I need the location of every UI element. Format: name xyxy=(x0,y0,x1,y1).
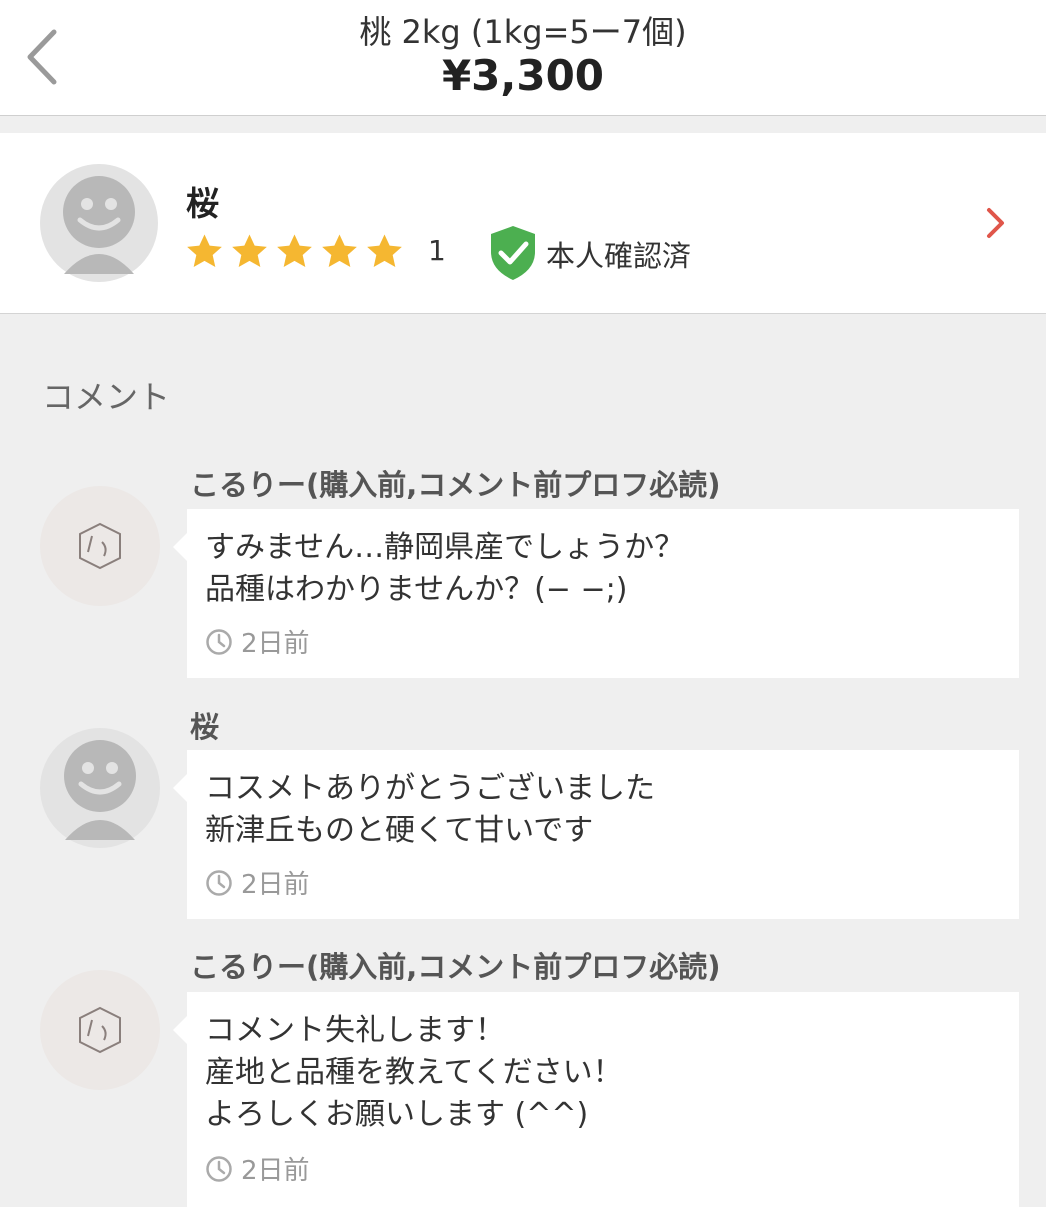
comment-author[interactable]: こるりー(購入前,コメント前プロフ必読) xyxy=(190,462,721,504)
section-divider xyxy=(0,116,1046,133)
comment-item: こるりー(購入前,コメント前プロフ必読) コメント失礼します！ 産地と品種を教え… xyxy=(0,940,1046,1207)
comment-text: コスメトありがとうございました 新津丘ものと硬くて甘いです xyxy=(205,771,655,848)
comment-timestamp: 2日前 xyxy=(205,623,310,660)
comment-bubble: コスメトありがとうございました 新津丘ものと硬くて甘いです 2日前 xyxy=(173,750,1019,919)
seller-rating-count: 1 xyxy=(428,234,446,267)
comment-item: こるりー(購入前,コメント前プロフ必読) すみません…静岡県産でしょうか？ 品種… xyxy=(0,458,1046,683)
comment-bubble: すみません…静岡県産でしょうか？ 品種はわかりませんか？(− −;) 2日前 xyxy=(173,509,1019,678)
seller-profile-row[interactable]: 桜 1 本人確認済 xyxy=(0,133,1046,314)
star-icon xyxy=(367,234,402,267)
comment-time: 2日前 xyxy=(241,1156,310,1186)
item-title: 桃 2kg (1kg=5ー7個) xyxy=(359,13,687,51)
clock-icon xyxy=(206,628,232,655)
commenter-avatar[interactable] xyxy=(40,970,160,1090)
seller-avatar xyxy=(40,164,158,282)
verified-label: 本人確認済 xyxy=(546,239,692,273)
bubble-tail xyxy=(173,1016,187,1044)
verified-shield-icon xyxy=(491,226,535,280)
item-header: 桃 2kg (1kg=5ー7個) ¥3,300 xyxy=(0,0,1046,116)
clock-icon xyxy=(206,1155,232,1182)
comment-item: 桜 コスメトありがとうございました 新津丘ものと硬くて甘いです 2日前 xyxy=(0,700,1046,925)
commenter-avatar[interactable] xyxy=(40,728,160,848)
seller-name: 桜 xyxy=(186,184,219,223)
comment-time: 2日前 xyxy=(241,870,310,900)
bubble-tail xyxy=(173,533,187,561)
comment-text: すみません…静岡県産でしょうか？ 品種はわかりませんか？(− −;) xyxy=(205,530,685,607)
item-price: ¥3,300 xyxy=(441,51,605,100)
bubble-tail xyxy=(173,774,187,802)
chevron-right-icon xyxy=(987,208,1004,238)
star-icon xyxy=(277,234,312,267)
star-icon xyxy=(187,234,222,267)
comments-heading: コメント xyxy=(42,378,171,416)
comment-bubble: コメント失礼します！ 産地と品種を教えてください！ よろしくお願いします (^^… xyxy=(173,992,1019,1207)
star-icon xyxy=(322,234,357,267)
commenter-avatar[interactable] xyxy=(40,486,160,606)
comment-time: 2日前 xyxy=(241,629,310,659)
clock-icon xyxy=(206,869,232,896)
comment-timestamp: 2日前 xyxy=(205,864,310,901)
comment-text: コメント失礼します！ 産地と品種を教えてください！ よろしくお願いします (^^… xyxy=(205,1013,623,1132)
star-icon xyxy=(232,234,267,267)
comment-author[interactable]: こるりー(購入前,コメント前プロフ必読) xyxy=(190,944,721,986)
comment-timestamp: 2日前 xyxy=(205,1150,310,1187)
seller-rating-stars xyxy=(184,232,405,272)
comment-author[interactable]: 桜 xyxy=(190,704,219,746)
